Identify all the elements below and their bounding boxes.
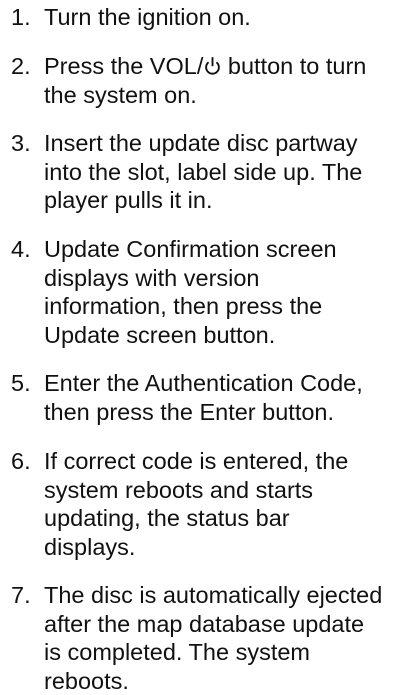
- power-icon: [205, 57, 221, 75]
- step-line: information, then press the: [44, 293, 323, 320]
- step-number: 1.: [11, 4, 31, 30]
- step-line: displays with version: [44, 264, 260, 291]
- step-line: updating, the status bar: [44, 505, 290, 532]
- step-line-before-icon: Press the VOL/: [44, 53, 204, 79]
- step-line: then press the Enter button.: [44, 398, 335, 425]
- step-line: Update Confirmation screen: [44, 236, 337, 262]
- step-text: The disc is automatically ejected after …: [44, 581, 400, 695]
- step-line: displays.: [44, 533, 136, 560]
- step-line: Update screen button.: [44, 321, 276, 348]
- step-text: Update Confirmation screen displays with…: [44, 235, 400, 349]
- step-line: If correct code is entered, the: [44, 448, 349, 474]
- step-line-after-icon: button to turn: [221, 53, 367, 79]
- step-line: reboots.: [44, 667, 129, 694]
- step-text: Turn the ignition on.: [44, 3, 400, 32]
- step-number: 3.: [11, 130, 31, 156]
- step-number: 4.: [11, 236, 31, 262]
- step-number: 2.: [11, 53, 31, 79]
- step-line: after the map database update: [44, 610, 365, 637]
- step-text: Insert the update disc partway into the …: [44, 129, 400, 215]
- step-text: Press the VOL/ button to turn the system…: [44, 52, 400, 109]
- step-line: The disc is automatically ejected: [44, 582, 383, 608]
- step-line: system reboots and starts: [44, 476, 314, 503]
- step-number: 6.: [11, 448, 31, 474]
- step-line: player pulls it in.: [44, 187, 213, 214]
- step-line: Insert the update disc partway: [44, 130, 358, 156]
- step-line: Turn the ignition on.: [44, 4, 251, 30]
- step-number: 5.: [11, 370, 31, 396]
- step-line: is completed. The system: [44, 639, 311, 666]
- step-text: Enter the Authentication Code, then pres…: [44, 369, 400, 426]
- step-line: the system on.: [44, 81, 197, 108]
- step-line: into the slot, label side up. The: [44, 158, 363, 185]
- step-line: Enter the Authentication Code,: [44, 370, 363, 396]
- step-text: If correct code is entered, the system r…: [44, 447, 400, 561]
- step-number: 7.: [11, 582, 31, 608]
